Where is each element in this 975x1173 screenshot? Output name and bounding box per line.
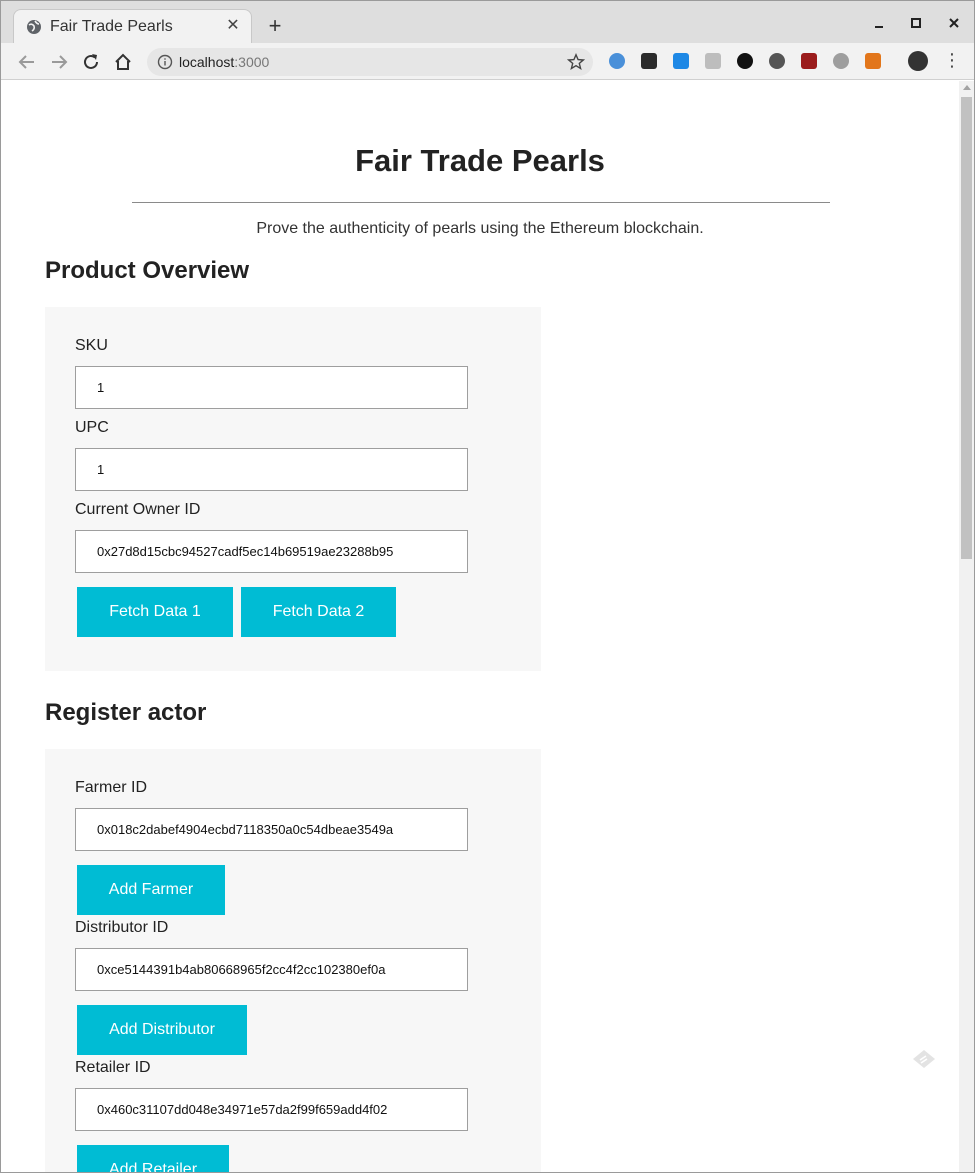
browser-window: Fair Trade Pearls ✕ + localhost:3000 ⋮ F… bbox=[0, 0, 975, 1173]
forward-arrow-icon[interactable] bbox=[48, 51, 70, 73]
scrollbar-thumb[interactable] bbox=[961, 97, 972, 559]
product-overview-panel: SKU UPC Current Owner ID Fetch Data 1 Fe… bbox=[45, 307, 541, 671]
extension-blue-icon[interactable] bbox=[609, 53, 625, 69]
url-host: localhost bbox=[179, 54, 235, 70]
upc-input[interactable] bbox=[75, 448, 468, 491]
scroll-up-arrow-icon[interactable] bbox=[963, 85, 971, 90]
page-viewport: Fair Trade Pearls Prove the authenticity… bbox=[1, 81, 959, 1172]
tab-strip: Fair Trade Pearls ✕ + bbox=[1, 1, 974, 43]
page-scrollbar[interactable] bbox=[959, 81, 974, 1172]
upc-label: UPC bbox=[75, 419, 109, 436]
extension-k-icon[interactable] bbox=[641, 53, 657, 69]
add-distributor-button[interactable]: Add Distributor bbox=[77, 1005, 247, 1055]
register-actor-heading: Register actor bbox=[45, 699, 207, 726]
page-tagline: Prove the authenticity of pearls using t… bbox=[256, 220, 704, 237]
browser-toolbar: localhost:3000 ⋮ bbox=[1, 43, 974, 80]
back-arrow-icon[interactable] bbox=[16, 51, 38, 73]
distributor-id-input[interactable] bbox=[75, 948, 468, 991]
fetch-data-2-button[interactable]: Fetch Data 2 bbox=[241, 587, 396, 637]
close-tab-icon[interactable]: ✕ bbox=[223, 16, 243, 36]
add-farmer-button[interactable]: Add Farmer bbox=[77, 865, 225, 915]
sku-label: SKU bbox=[75, 337, 108, 354]
extension-circle-icon[interactable] bbox=[769, 53, 785, 69]
farmer-id-label: Farmer ID bbox=[75, 779, 147, 796]
profile-avatar[interactable] bbox=[908, 51, 928, 71]
extension-fox-icon[interactable] bbox=[865, 53, 881, 69]
add-retailer-button[interactable]: Add Retailer bbox=[77, 1145, 229, 1172]
extension-grey-icon[interactable] bbox=[705, 53, 721, 69]
retailer-id-label: Retailer ID bbox=[75, 1059, 151, 1076]
browser-menu-icon[interactable]: ⋮ bbox=[943, 51, 961, 71]
close-window-icon[interactable] bbox=[944, 13, 964, 33]
fetch-data-1-button[interactable]: Fetch Data 1 bbox=[77, 587, 233, 637]
sku-input[interactable] bbox=[75, 366, 468, 409]
owner-id-label: Current Owner ID bbox=[75, 501, 201, 518]
tab-title: Fair Trade Pearls bbox=[50, 18, 173, 35]
minimize-icon[interactable] bbox=[869, 13, 889, 33]
maximize-icon[interactable] bbox=[906, 13, 926, 33]
home-icon[interactable] bbox=[112, 51, 134, 73]
extension-ublock-icon[interactable] bbox=[801, 53, 817, 69]
product-overview-heading: Product Overview bbox=[45, 257, 250, 284]
reload-icon[interactable] bbox=[80, 51, 102, 73]
new-tab-button[interactable]: + bbox=[263, 14, 287, 38]
address-bar[interactable]: localhost:3000 bbox=[147, 48, 593, 76]
owner-id-input[interactable] bbox=[75, 530, 468, 573]
title-divider bbox=[132, 202, 830, 203]
page-title: Fair Trade Pearls bbox=[355, 143, 605, 178]
bookmark-star-icon[interactable] bbox=[567, 53, 585, 71]
extension-gnome-icon[interactable] bbox=[737, 53, 753, 69]
url-text: localhost:3000 bbox=[179, 54, 269, 70]
info-icon[interactable] bbox=[157, 54, 173, 70]
feedback-icon[interactable] bbox=[911, 1048, 937, 1070]
distributor-id-label: Distributor ID bbox=[75, 919, 169, 936]
register-actor-panel: Farmer ID Add Farmer Distributor ID Add … bbox=[45, 749, 541, 1172]
url-port: :3000 bbox=[234, 54, 270, 70]
extension-hex-icon[interactable] bbox=[833, 53, 849, 69]
extension-s-icon[interactable] bbox=[673, 53, 689, 69]
farmer-id-input[interactable] bbox=[75, 808, 468, 851]
browser-tab[interactable]: Fair Trade Pearls ✕ bbox=[13, 9, 252, 43]
globe-icon bbox=[27, 20, 41, 34]
retailer-id-input[interactable] bbox=[75, 1088, 468, 1131]
